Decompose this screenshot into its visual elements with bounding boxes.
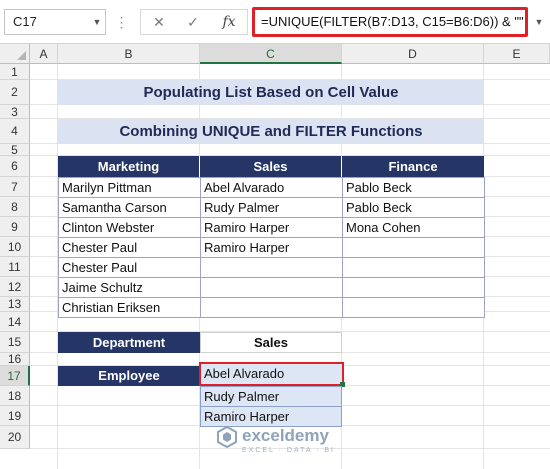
enter-icon[interactable]: ✓ xyxy=(177,10,209,34)
table-cell[interactable] xyxy=(342,257,485,278)
formula-bar-area: C17 ▼ ⋮ ✕ ✓ fx =UNIQUE(FILTER(B7:D13, C1… xyxy=(0,0,550,44)
formula-input[interactable]: =UNIQUE(FILTER(B7:D13, C15=B6:D6)) & "" xyxy=(252,7,528,37)
department-value[interactable]: Sales xyxy=(200,332,342,353)
table-cell[interactable]: Clinton Webster xyxy=(58,217,201,238)
worksheet-grid: A B C D E 1 2 3 4 5 6 7 8 9 10 11 12 13 14 15 16 17 18 19 2… xyxy=(0,44,550,469)
row-header-14[interactable]: 14 xyxy=(0,312,30,332)
table-header-finance: Finance xyxy=(342,156,484,177)
exceldemy-logo-icon xyxy=(217,426,237,448)
expand-formula-bar-icon[interactable]: ▼ xyxy=(532,10,546,34)
row-header-12[interactable]: 12 xyxy=(0,277,30,297)
insert-function-button[interactable]: fx xyxy=(213,10,245,34)
department-label: Department xyxy=(58,332,200,353)
row-header-18[interactable]: 18 xyxy=(0,386,30,406)
row-header-10[interactable]: 10 xyxy=(0,237,30,257)
row-header-3[interactable]: 3 xyxy=(0,105,30,119)
table-cell[interactable]: Mona Cohen xyxy=(342,217,485,238)
row-header-15[interactable]: 15 xyxy=(0,332,30,353)
row-header-8[interactable]: 8 xyxy=(0,197,30,217)
table-cell[interactable]: Samantha Carson xyxy=(58,197,201,218)
table-cell[interactable] xyxy=(200,277,343,298)
column-header-e[interactable]: E xyxy=(484,44,550,64)
table-cell[interactable]: Pablo Beck xyxy=(342,177,485,198)
column-header-a[interactable]: A xyxy=(30,44,58,64)
row-header-19[interactable]: 19 xyxy=(0,406,30,426)
table-cell[interactable]: Jaime Schultz xyxy=(58,277,201,298)
row-header-13[interactable]: 13 xyxy=(0,297,30,312)
table-header-marketing: Marketing xyxy=(58,156,200,177)
exceldemy-watermark: exceldemy EXCEL · DATA · BI xyxy=(216,424,356,466)
table-cell[interactable] xyxy=(342,297,485,318)
table-cell[interactable] xyxy=(200,257,343,278)
corner-triangle-icon xyxy=(17,51,26,60)
row-header-11[interactable]: 11 xyxy=(0,257,30,277)
cancel-icon[interactable]: ✕ xyxy=(143,10,175,34)
table-cell[interactable] xyxy=(342,237,485,258)
employee-selected-cell[interactable]: Abel Alvarado xyxy=(199,362,344,386)
table-header-sales: Sales xyxy=(200,156,342,177)
table-cell[interactable]: Ramiro Harper xyxy=(200,237,343,258)
row-header-2[interactable]: 2 xyxy=(0,80,30,105)
row-header-17[interactable]: 17 xyxy=(0,366,30,386)
table-cell[interactable]: Ramiro Harper xyxy=(200,217,343,238)
column-header-d[interactable]: D xyxy=(342,44,484,64)
chevron-down-icon[interactable]: ▼ xyxy=(90,9,104,35)
row-header-4[interactable]: 4 xyxy=(0,119,30,144)
select-all-corner[interactable] xyxy=(0,44,30,64)
column-header-b[interactable]: B xyxy=(58,44,200,64)
table-cell[interactable] xyxy=(200,297,343,318)
formula-buttons: ✕ ✓ fx xyxy=(140,9,248,35)
more-options-icon[interactable]: ⋮ xyxy=(114,9,129,35)
table-cell[interactable]: Pablo Beck xyxy=(342,197,485,218)
dropdown-item-rudy-palmer[interactable]: Rudy Palmer xyxy=(200,386,342,407)
table-cell[interactable]: Abel Alvarado xyxy=(200,177,343,198)
row-header-9[interactable]: 9 xyxy=(0,217,30,237)
table-cell[interactable]: Christian Eriksen xyxy=(58,297,201,318)
watermark-name: exceldemy xyxy=(242,426,329,445)
table-cell[interactable] xyxy=(342,277,485,298)
table-cell[interactable]: Rudy Palmer xyxy=(200,197,343,218)
row-header-5[interactable]: 5 xyxy=(0,144,30,156)
row-header-16[interactable]: 16 xyxy=(0,353,30,366)
table-cell[interactable]: Chester Paul xyxy=(58,237,201,258)
table-cell[interactable]: Chester Paul xyxy=(58,257,201,278)
table-cell[interactable]: Marilyn Pittman xyxy=(58,177,201,198)
watermark-tagline: EXCEL · DATA · BI xyxy=(242,447,335,454)
title-populating-list: Populating List Based on Cell Value xyxy=(58,80,484,105)
column-header-c[interactable]: C xyxy=(200,44,342,64)
row-header-1[interactable]: 1 xyxy=(0,64,30,80)
employee-label: Employee xyxy=(58,366,200,386)
row-header-20[interactable]: 20 xyxy=(0,426,30,449)
title-unique-filter: Combining UNIQUE and FILTER Functions xyxy=(58,119,484,144)
row-header-6[interactable]: 6 xyxy=(0,156,30,177)
row-header-7[interactable]: 7 xyxy=(0,177,30,197)
